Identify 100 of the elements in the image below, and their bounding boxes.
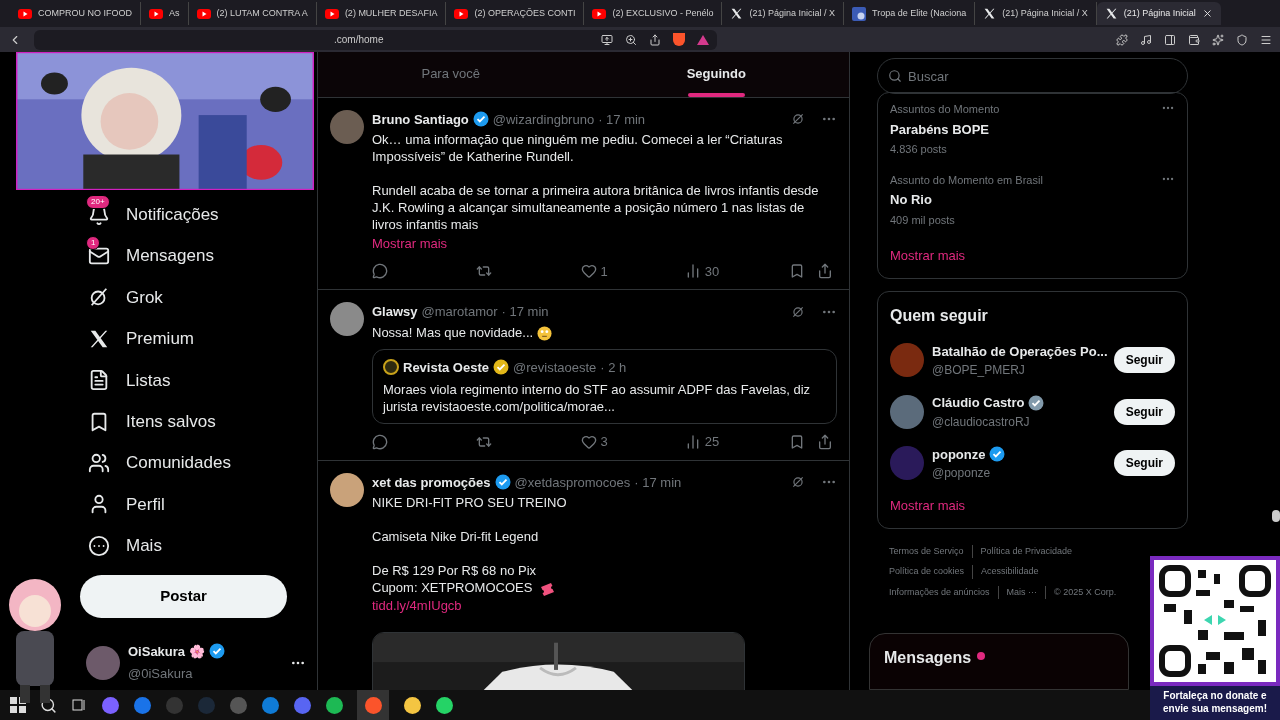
nav-item[interactable]: Mais (88, 525, 317, 567)
avatar[interactable] (330, 472, 364, 507)
account-switcher[interactable]: OiSakura 🌸 @0iSakura (86, 641, 306, 685)
footer-link[interactable]: Mais ··· (1006, 585, 1047, 599)
play-icon (454, 8, 469, 19)
qr-code-icon (1154, 560, 1276, 682)
browser-tab[interactable]: (2) MULHER DESAFIA (316, 2, 447, 25)
account-name[interactable]: Batalhão de Operações Po... (932, 341, 1108, 361)
account-handle: @0iSakura (128, 666, 193, 681)
avatar[interactable] (890, 394, 924, 429)
slashed-circle-icon[interactable] (791, 304, 805, 319)
share-icon[interactable] (649, 33, 661, 46)
show-more-link[interactable]: Mostrar mais (890, 496, 1175, 516)
author-name[interactable]: Bruno Santiago (372, 109, 469, 129)
like-icon[interactable] (580, 433, 597, 450)
browser-tab[interactable]: (21) Página Inicial / X (722, 2, 844, 25)
browser-tab[interactable]: (2) EXCLUSIVO - Penélo (584, 2, 723, 25)
reply-icon[interactable] (372, 263, 388, 280)
like-icon[interactable] (580, 263, 597, 280)
play-icon (149, 8, 163, 19)
browser-tab[interactable]: (2) OPERAÇÕES CONTI (446, 2, 585, 25)
trend-item[interactable]: Assuntos do Momento Parabéns BOPE 4.836 posts (890, 101, 1175, 158)
nav-item[interactable]: 20+ Notificações (88, 194, 317, 236)
reply-icon[interactable] (372, 433, 388, 450)
show-more-link[interactable]: Mostrar mais (372, 234, 837, 254)
author-name: Revista Oeste (403, 358, 489, 377)
show-more-link[interactable]: Mostrar mais (890, 246, 1175, 266)
author-handle[interactable]: @marotamor (421, 302, 498, 322)
nav-item[interactable]: Premium (88, 318, 317, 360)
quoted-post[interactable]: Revista Oeste @revistaoeste · 2 h Moraes viola regimento interno do STF ao assumir ADPF das Favelas, diz jurista revistaoeste.com/politica/morae... (372, 348, 837, 424)
people-icon (88, 452, 110, 475)
browser-tab[interactable]: (21) Página Inicial (1096, 2, 1221, 25)
feed-tab[interactable]: Seguindo (583, 52, 849, 97)
browser-tab[interactable]: (21) Página Inicial / X (975, 2, 1097, 25)
menu-icon[interactable] (1260, 33, 1272, 46)
nav-item[interactable]: 1 Mensagens (88, 235, 317, 277)
bookmark-icon[interactable] (789, 433, 805, 450)
author-name[interactable]: Glawsy (372, 302, 418, 322)
browser-tab[interactable]: As (141, 2, 189, 25)
card-title: Quem seguir (890, 305, 989, 326)
extensions-icon[interactable] (1116, 33, 1128, 46)
footer-link[interactable]: © 2025 X Corp. (1054, 585, 1125, 599)
wallet-icon[interactable] (1188, 33, 1200, 46)
footer-link[interactable]: Política de cookies (889, 565, 974, 579)
close-tab-icon[interactable] (1201, 8, 1213, 19)
footer-link[interactable]: Política de Privacidade (980, 544, 1081, 558)
tab-logo-icon (852, 6, 866, 21)
share-icon[interactable] (817, 263, 833, 280)
trend-item[interactable]: Assunto do Momento em Brasil No Rio 409 mil posts (890, 171, 1175, 228)
x-logo-icon (983, 7, 997, 20)
scrollbar[interactable] (1272, 510, 1280, 522)
task-view-icon[interactable] (71, 697, 87, 713)
feed-tab[interactable]: Para você (318, 52, 584, 97)
author-handle[interactable]: @wizardingbruno (492, 109, 595, 129)
follow-button[interactable]: Seguir (1113, 450, 1175, 477)
nav-item[interactable]: Comunidades (88, 442, 317, 484)
author-name[interactable]: xet das promoções (372, 472, 491, 492)
bookmark-icon[interactable] (789, 263, 805, 280)
post-link[interactable]: tidd.ly/4mIUgcb (372, 596, 837, 616)
post-time: · 17 min (501, 303, 549, 321)
address-bar[interactable]: .com/home (34, 29, 717, 50)
share-icon[interactable] (817, 433, 833, 450)
account-name[interactable]: Cláudio Castro (932, 393, 1025, 413)
slashed-circle-icon[interactable] (791, 475, 805, 490)
action-count: 30 (704, 262, 720, 281)
cast-icon[interactable] (601, 33, 613, 46)
post-text: Rundell acaba de se tornar a primeira autora britânica de livros infantis desde J.K. Rowling a alcançar simultaneamente a posição número 1 nas listas de livros infantis mais (372, 182, 820, 233)
sidebar-icon[interactable] (1164, 33, 1176, 46)
avatar[interactable] (330, 302, 364, 336)
more-icon (88, 534, 110, 557)
play-icon (18, 8, 32, 19)
sparkle-icon[interactable] (1212, 33, 1224, 46)
follow-button[interactable]: Seguir (1113, 347, 1175, 374)
footer-link[interactable]: Termos de Serviço (889, 544, 973, 558)
search-icon[interactable] (40, 696, 57, 714)
x-logo-icon (730, 7, 744, 20)
shield-icon[interactable] (1236, 33, 1248, 46)
zoom-icon[interactable] (625, 33, 637, 46)
author-handle[interactable]: @xetdaspromocoes (514, 472, 631, 492)
footer-link[interactable]: Acessibilidade (981, 565, 1047, 579)
shield-icon[interactable] (673, 33, 685, 46)
footer-link[interactable]: Informações de anúncios (889, 585, 999, 599)
nav-item[interactable]: Perfil (88, 483, 317, 526)
browser-tab[interactable]: Tropa de Elite (Naciona (844, 2, 976, 25)
follow-button[interactable]: Seguir (1113, 398, 1175, 425)
avatar (383, 359, 399, 376)
nav-item[interactable]: Grok (88, 276, 317, 319)
browser-tab[interactable]: (2) LUTAM CONTRA A (188, 2, 317, 25)
browser-tab[interactable]: COMPROU NO IFOOD (10, 2, 141, 25)
quoted-text: Moraes viola regimento interno do STF ao assumir ADPF das Favelas, diz jurista revistaoeste.com/politica/morae... (383, 381, 811, 415)
list-icon (88, 369, 110, 392)
slashed-circle-icon[interactable] (791, 112, 805, 127)
messages-drawer[interactable]: Mensagens (869, 633, 1129, 690)
nav-item[interactable]: Itens salvos (88, 400, 317, 443)
nav-item[interactable]: Listas (88, 359, 317, 401)
post-button[interactable]: Postar (80, 574, 287, 618)
post-time: · 17 min (634, 473, 682, 492)
post-time: · 2 h (600, 358, 627, 377)
account-name[interactable]: poponze (932, 444, 986, 464)
search-field[interactable]: Buscar (877, 58, 1188, 94)
